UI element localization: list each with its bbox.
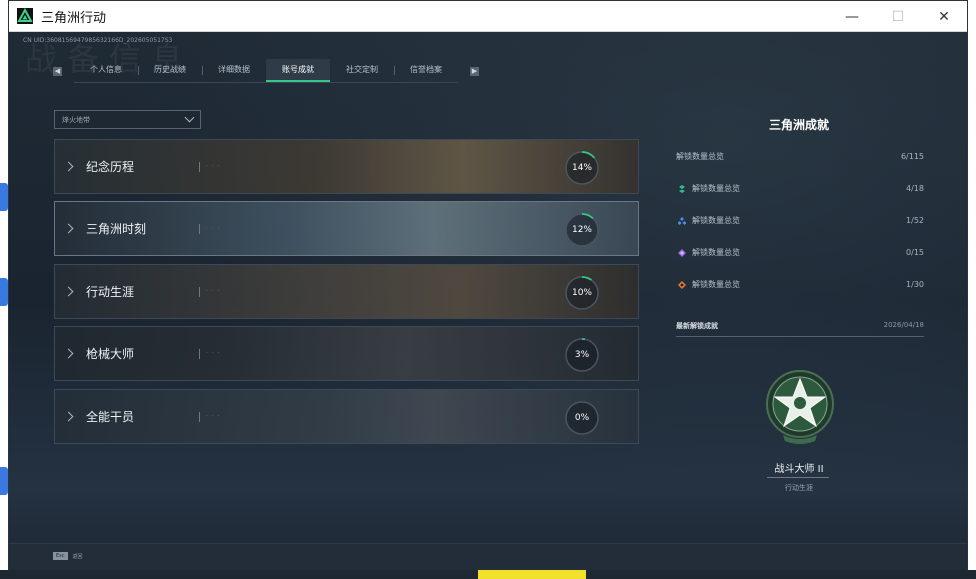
stat-value: 4/18	[906, 184, 924, 193]
category-label: 全能干员	[86, 410, 135, 424]
user-uid: CN UID:3608156947985632166D_2026050517S3	[23, 37, 173, 44]
stat-row: 解锁数量总览 0/15	[676, 247, 924, 258]
desktop-edge-tab	[0, 278, 8, 306]
stat-total-label: 解锁数量总览	[676, 152, 724, 161]
mode-dropdown[interactable]: 烽火地带	[54, 110, 201, 129]
main-content: 战备信息 CN UID:3608156947985632166D_2026050…	[9, 32, 967, 570]
stat-total-row: 解锁数量总览 6/115	[676, 151, 924, 162]
green-gem-icon	[679, 184, 685, 193]
chevron-right-icon	[63, 286, 74, 297]
purple-gem-icon	[678, 248, 686, 257]
progress-percent: 3%	[574, 350, 590, 360]
tab-bar: ◀ 个人信息 历史战绩 详细数据 账号成就 社交定制 信誉档案 ▶	[53, 59, 479, 83]
tab-history[interactable]: 历史战绩	[138, 59, 202, 82]
divider	[199, 223, 200, 234]
badge-category: 行动生涯	[785, 484, 813, 492]
blue-gem-icon	[678, 216, 686, 225]
tab-list: 个人信息 历史战绩 详细数据 账号成就 社交定制 信誉档案	[74, 59, 458, 83]
tab-next-button[interactable]: ▶	[470, 66, 479, 76]
stat-value: 1/52	[906, 216, 924, 225]
tab-profile[interactable]: 个人信息	[74, 59, 138, 82]
stat-label: 解锁数量总览	[692, 248, 740, 257]
stat-label: 解锁数量总览	[692, 280, 740, 289]
progress-percent: 0%	[574, 413, 590, 423]
tab-details[interactable]: 详细数据	[202, 59, 266, 82]
chevron-right-icon	[63, 348, 74, 359]
panel-title: 三角洲成就	[768, 118, 829, 132]
stat-row: 解锁数量总览 1/30	[676, 279, 924, 290]
category-card[interactable]: 三角洲时刻 · · · 12%	[54, 201, 639, 256]
category-label: 纪念历程	[86, 160, 135, 174]
stat-value: 0/15	[906, 248, 924, 257]
stat-label: 解锁数量总览	[692, 216, 740, 225]
divider	[199, 348, 200, 359]
tab-prev-button[interactable]: ◀	[53, 66, 62, 76]
category-label: 三角洲时刻	[86, 222, 147, 236]
chevron-right-icon	[63, 411, 74, 422]
bottom-bar: Esc 返回	[9, 543, 967, 570]
decorative-dots: · · ·	[206, 350, 221, 357]
divider	[199, 411, 200, 422]
category-card[interactable]: 行动生涯 · · · 10%	[54, 264, 639, 319]
stat-value: 1/30	[906, 280, 924, 289]
chevron-right-icon	[63, 223, 74, 234]
progress-percent: 14%	[571, 163, 592, 173]
progress-percent: 10%	[571, 288, 592, 298]
back-label: 返回	[72, 553, 83, 560]
category-card[interactable]: 纪念历程 · · · 14%	[54, 139, 639, 194]
back-button[interactable]: Esc 返回	[53, 552, 83, 560]
divider	[199, 161, 200, 172]
progress-percent: 12%	[571, 225, 592, 235]
tab-achievements[interactable]: 账号成就	[266, 59, 330, 82]
stat-label: 解锁数量总览	[692, 184, 740, 193]
badge-name: 战斗大师 II	[774, 464, 824, 475]
tab-reputation[interactable]: 信誉档案	[394, 59, 458, 82]
stat-row: 解锁数量总览 4/18	[676, 183, 924, 194]
decorative-dots: · · ·	[206, 288, 221, 295]
orange-target-icon	[678, 280, 686, 289]
app-logo-icon	[17, 8, 33, 24]
tab-social[interactable]: 社交定制	[330, 59, 394, 82]
stat-total-value: 6/115	[900, 152, 924, 161]
category-label: 枪械大师	[86, 347, 135, 361]
desktop-yellow-strip	[478, 570, 586, 579]
esc-key-label: Esc	[53, 552, 68, 560]
window-title: 三角洲行动	[41, 10, 107, 26]
divider	[767, 477, 829, 478]
decorative-dots: · · ·	[206, 225, 221, 232]
latest-unlock-header: 最新解锁成就 2026/04/18	[676, 321, 924, 337]
category-label: 行动生涯	[86, 285, 135, 299]
app-window: 三角洲行动 — ☐ ✕ 战备信息 CN UID:3608156947985632…	[8, 0, 968, 570]
title-bar[interactable]: 三角洲行动 — ☐ ✕	[9, 1, 967, 32]
chevron-right-icon	[63, 161, 74, 172]
desktop-edge-tab	[0, 467, 8, 495]
decorative-dots: · · ·	[206, 413, 221, 420]
divider	[199, 286, 200, 297]
maximize-button[interactable]: ☐	[875, 1, 921, 32]
desktop-edge-tab	[0, 183, 8, 211]
desktop-background-right	[968, 32, 976, 579]
close-button[interactable]: ✕	[921, 1, 967, 32]
minimize-button[interactable]: —	[829, 1, 875, 32]
decorative-dots: · · ·	[206, 163, 221, 170]
mode-dropdown-value: 烽火地带	[62, 115, 90, 124]
achievement-badge-icon[interactable]	[765, 369, 835, 447]
category-card[interactable]: 枪械大师 · · · 3%	[54, 326, 639, 381]
stat-row: 解锁数量总览 1/52	[676, 215, 924, 226]
window-controls: — ☐ ✕	[829, 1, 967, 32]
latest-unlock-label: 最新解锁成就	[676, 322, 718, 330]
category-card[interactable]: 全能干员 · · · 0%	[54, 389, 639, 444]
chevron-down-icon	[184, 112, 195, 123]
latest-unlock-date: 2026/04/18	[883, 321, 924, 329]
